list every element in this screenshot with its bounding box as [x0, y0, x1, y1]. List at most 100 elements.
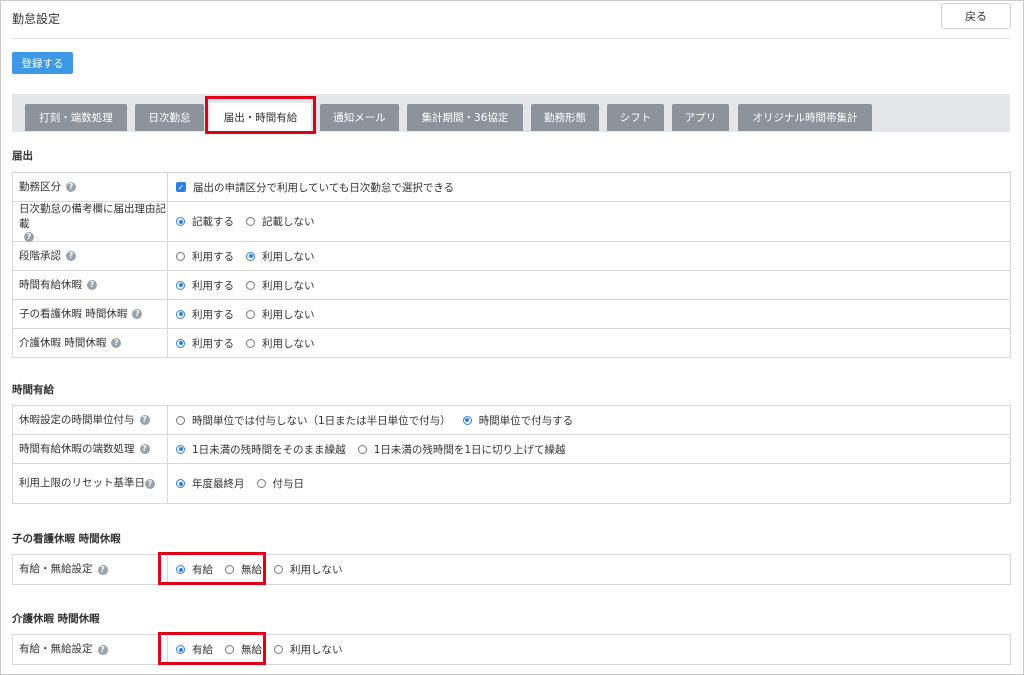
radio-button[interactable] — [246, 217, 255, 226]
radio-option[interactable]: 付与日 — [256, 476, 304, 491]
row-value: 時間単位では付与しない（1日または半日単位で付与） 時間単位で付与する — [168, 406, 1010, 434]
tab-dakoku[interactable]: 打刻・端数処理 — [25, 104, 127, 131]
section-title-kaigo-jikan: 介護休暇 時間休暇 — [12, 613, 100, 625]
radio-button[interactable] — [176, 415, 185, 425]
label-text: 利用上限のリセット基準日 — [19, 477, 145, 489]
row-label: 介護休暇 時間休暇? — [13, 329, 168, 357]
radio-label: 記載する — [192, 216, 234, 228]
row-value: 有給 無給 利用しない — [168, 635, 1010, 664]
tab-tsuchi[interactable]: 通知メール — [320, 104, 399, 131]
radio-option[interactable]: 利用する — [176, 249, 234, 264]
radio-button[interactable] — [246, 309, 255, 319]
radio-button-selected[interactable] — [462, 415, 472, 425]
label-text: 時間有給休暇の端数処理 — [19, 442, 135, 455]
radio-option[interactable]: 利用しない — [246, 278, 315, 293]
radio-label: 利用しない — [290, 644, 343, 656]
row-value: 1日未満の残時間をそのまま繰越 1日未満の残時間を1日に切り上げて繰越 — [168, 435, 1010, 463]
radio-label: 利用する — [192, 279, 234, 292]
radio-option[interactable]: 利用する — [176, 278, 234, 293]
help-icon[interactable]: ? — [97, 564, 108, 575]
label-text: 休暇設定の時間単位付与 — [19, 413, 135, 426]
radio-option[interactable]: 記載しない — [246, 214, 315, 229]
radio-option[interactable]: 利用しない — [246, 336, 315, 351]
back-button[interactable]: 戻る — [941, 3, 1011, 29]
todokede-table: 勤務区分? ✓ 届出の申請区分で利用していても日次勤怠で選択できる 日次勤怠の備… — [12, 172, 1011, 358]
radio-option[interactable]: 利用しない — [246, 307, 315, 322]
row-value: 利用する 利用しない — [168, 271, 1010, 299]
help-icon[interactable]: ? — [97, 644, 108, 655]
radio-button[interactable] — [274, 565, 283, 574]
radio-button[interactable] — [274, 645, 283, 654]
tab-nichiji[interactable]: 日次勤怠 — [135, 104, 204, 131]
row-dankai: 段階承認? 利用する 利用しない — [13, 242, 1010, 271]
radio-button[interactable] — [357, 444, 367, 454]
radio-option[interactable]: 利用しない — [274, 642, 343, 657]
radio-button-selected[interactable] — [176, 338, 185, 348]
radio-option[interactable]: 1日未満の残時間を1日に切り上げて繰越 — [357, 442, 566, 457]
row-label: 休暇設定の時間単位付与? — [13, 406, 168, 434]
radio-option[interactable]: 利用する — [176, 307, 234, 322]
tab-kinmukeitai[interactable]: 勤務形態 — [531, 104, 599, 131]
row-label: 有給・無給設定? — [13, 555, 168, 584]
radio-option[interactable]: 利用しない — [274, 562, 343, 577]
radio-label: 利用する — [192, 308, 234, 321]
radio-label: 利用しない — [290, 564, 343, 576]
radio-option[interactable]: 年度最終月 — [176, 476, 245, 491]
active-tab-highlight — [205, 96, 316, 134]
help-icon[interactable]: ? — [66, 251, 76, 261]
tab-app[interactable]: アプリ — [672, 104, 729, 131]
radio-button[interactable] — [176, 251, 185, 261]
tab-original[interactable]: オリジナル時間帯集計 — [738, 104, 872, 131]
row-label: 利用上限のリセット基準日? — [13, 464, 168, 503]
radio-button-selected[interactable] — [176, 217, 185, 226]
radio-option[interactable]: 利用しない — [246, 249, 315, 264]
radio-option[interactable]: 記載する — [176, 214, 234, 229]
row-label: 時間有給休暇? — [13, 271, 168, 299]
radio-label: 記載しない — [262, 216, 315, 228]
label-text: 時間有給休暇 — [19, 278, 82, 291]
radio-button-selected[interactable] — [176, 479, 185, 488]
help-icon[interactable]: ? — [139, 444, 150, 454]
row-kango: 子の看護休暇 時間休暇? 利用する 利用しない — [13, 300, 1010, 329]
row-label: 勤務区分? — [13, 173, 168, 201]
radio-label: 利用する — [192, 250, 234, 263]
radio-option[interactable]: 1日未満の残時間をそのまま繰越 — [176, 442, 346, 457]
section-title-todokede: 届出 — [12, 150, 33, 162]
page-title: 勤怠設定 — [12, 12, 61, 26]
label-text: 有給・無給設定 — [19, 643, 93, 655]
tab-shukei[interactable]: 集計期間・36協定 — [407, 104, 523, 131]
help-icon[interactable]: ? — [66, 182, 76, 192]
tab-shift[interactable]: シフト — [607, 104, 664, 131]
row-value: 記載する 記載しない — [168, 202, 1010, 241]
checkbox-checked[interactable]: ✓ — [176, 182, 186, 192]
row-value: 利用する 利用しない — [168, 329, 1010, 357]
radio-option[interactable]: 時間単位で付与する — [462, 413, 573, 428]
radio-label: 利用しない — [262, 250, 315, 263]
radio-button-selected[interactable] — [176, 444, 185, 454]
label-text: 勤務区分 — [19, 180, 61, 193]
register-button[interactable]: 登録する — [12, 52, 73, 74]
row-fuyo: 休暇設定の時間単位付与? 時間単位では付与しない（1日または半日単位で付与） 時… — [13, 406, 1010, 435]
radio-label: 1日未満の残時間を1日に切り上げて繰越 — [373, 443, 566, 456]
radio-button[interactable] — [246, 338, 255, 348]
radio-button[interactable] — [256, 479, 266, 488]
radio-button[interactable] — [246, 280, 255, 290]
label-text: 介護休暇 時間休暇 — [19, 336, 107, 349]
row-jikan-yukyu: 時間有給休暇? 利用する 利用しない — [13, 271, 1010, 300]
help-icon[interactable]: ? — [145, 478, 155, 489]
help-icon[interactable]: ? — [139, 415, 150, 425]
checkbox-label: 届出の申請区分で利用していても日次勤怠で選択できる — [193, 181, 455, 194]
radio-button-selected[interactable] — [246, 251, 255, 261]
help-icon[interactable]: ? — [24, 231, 34, 242]
help-icon[interactable]: ? — [111, 338, 122, 348]
radio-option[interactable]: 時間単位では付与しない（1日または半日単位で付与） — [176, 413, 451, 428]
radio-button-selected[interactable] — [176, 309, 185, 319]
highlight-box — [158, 632, 266, 665]
radio-button-selected[interactable] — [176, 280, 185, 290]
help-icon[interactable]: ? — [132, 309, 143, 319]
radio-option[interactable]: 利用する — [176, 336, 234, 351]
radio-label: 時間単位では付与しない（1日または半日単位で付与） — [192, 414, 451, 427]
help-icon[interactable]: ? — [87, 280, 97, 290]
radio-label: 利用しない — [262, 337, 315, 350]
row-value: ✓ 届出の申請区分で利用していても日次勤怠で選択できる — [168, 173, 1010, 201]
